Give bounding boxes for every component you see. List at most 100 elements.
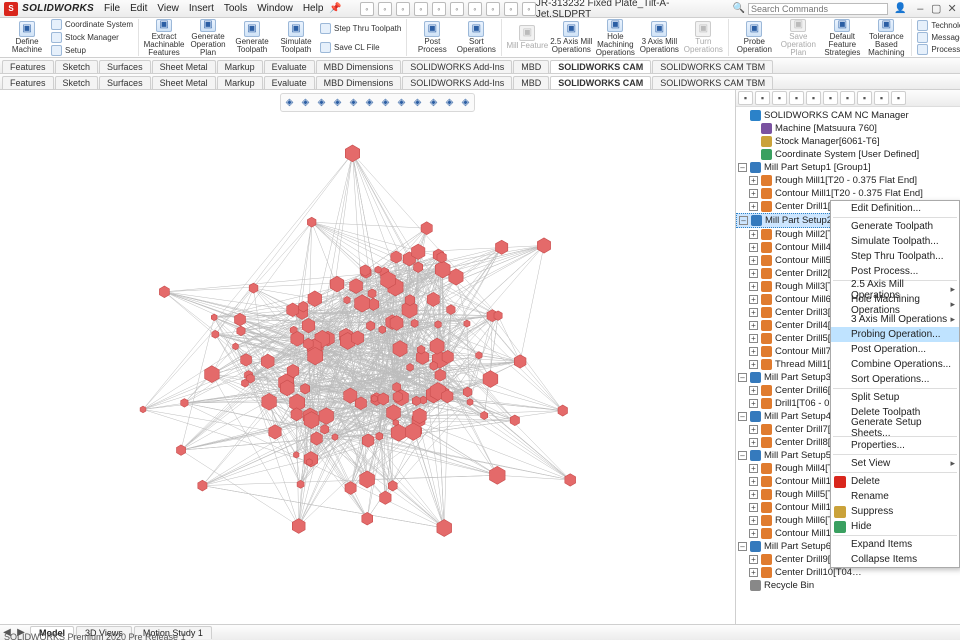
tab-mbd-dimensions[interactable]: MBD Dimensions bbox=[316, 60, 402, 73]
ribbon-stock-manager[interactable]: Stock Manager bbox=[51, 32, 133, 43]
rebuild-icon[interactable]: ◦ bbox=[486, 2, 500, 16]
tab-mbd[interactable]: MBD bbox=[513, 60, 549, 73]
expand-icon[interactable]: + bbox=[749, 568, 758, 577]
ctx-rename[interactable]: Rename bbox=[831, 489, 959, 504]
expand-icon[interactable]: + bbox=[749, 176, 758, 185]
tab-sheet-metal[interactable]: Sheet Metal bbox=[152, 76, 216, 89]
menu-pin-icon[interactable]: 📌 bbox=[329, 3, 341, 14]
collapse-icon[interactable]: – bbox=[738, 412, 747, 421]
ribbon-process-manager[interactable]: Process Manager bbox=[917, 44, 960, 55]
menu-edit[interactable]: Edit bbox=[130, 3, 147, 14]
expand-icon[interactable]: + bbox=[749, 464, 758, 473]
tab-markup[interactable]: Markup bbox=[217, 76, 263, 89]
expand-icon[interactable]: + bbox=[749, 189, 758, 198]
tab-surfaces[interactable]: Surfaces bbox=[99, 60, 151, 73]
menu-view[interactable]: View bbox=[157, 3, 179, 14]
ctx-probing-operation-[interactable]: Probing Operation... bbox=[831, 327, 959, 342]
ctx-post-process-[interactable]: Post Process... bbox=[831, 264, 959, 279]
ribbon-save-cl-file[interactable]: Save CL File bbox=[320, 42, 401, 53]
options-icon[interactable]: ◦ bbox=[504, 2, 518, 16]
collapse-icon[interactable]: – bbox=[739, 216, 748, 225]
expand-icon[interactable]: + bbox=[749, 243, 758, 252]
expand-icon[interactable]: + bbox=[749, 295, 758, 304]
expand-icon[interactable]: + bbox=[749, 399, 758, 408]
collapse-icon[interactable]: – bbox=[738, 542, 747, 551]
expand-icon[interactable]: + bbox=[749, 334, 758, 343]
ribbon-default-feature-strategies[interactable]: ▣Default Feature Strategies bbox=[820, 19, 864, 57]
view-orient-icon[interactable]: ◈ bbox=[394, 95, 409, 110]
ctx-suppress[interactable]: Suppress bbox=[831, 504, 959, 519]
user-icon[interactable]: 👤 bbox=[894, 3, 906, 14]
ctx-edit-definition-[interactable]: Edit Definition... bbox=[831, 201, 959, 216]
ctx-3-axis-mill-operations[interactable]: 3 Axis Mill Operations bbox=[831, 312, 959, 327]
tree-node[interactable]: Machine [Matsuura 760] bbox=[736, 122, 960, 135]
ribbon-simulate-toolpath[interactable]: ▣Simulate Toolpath bbox=[274, 19, 318, 57]
tab-sketch[interactable]: Sketch bbox=[55, 60, 99, 73]
prev-view-icon[interactable]: ◈ bbox=[314, 95, 329, 110]
tab-mbd[interactable]: MBD bbox=[513, 76, 549, 89]
expand-icon[interactable]: + bbox=[749, 308, 758, 317]
ctx-expand-items[interactable]: Expand Items bbox=[831, 537, 959, 552]
ctx-hide[interactable]: Hide bbox=[831, 519, 959, 534]
perspective-icon[interactable]: ◈ bbox=[458, 95, 473, 110]
camera-icon[interactable]: ◈ bbox=[410, 95, 425, 110]
menu-insert[interactable]: Insert bbox=[189, 3, 214, 14]
tab-sheet-metal[interactable]: Sheet Metal bbox=[152, 60, 216, 73]
tab-features[interactable]: Features bbox=[2, 60, 54, 73]
expand-icon[interactable]: + bbox=[749, 386, 758, 395]
ctx-properties-[interactable]: Properties... bbox=[831, 438, 959, 453]
tab-solidworks-cam-tbm[interactable]: SOLIDWORKS CAM TBM bbox=[652, 60, 773, 73]
tree-node[interactable]: Stock Manager[6061-T6] bbox=[736, 135, 960, 148]
expand-icon[interactable]: + bbox=[749, 360, 758, 369]
search-input[interactable] bbox=[748, 3, 888, 15]
open-icon[interactable]: ◦ bbox=[378, 2, 392, 16]
config-icon[interactable]: ▪ bbox=[772, 91, 787, 105]
tree-node[interactable]: +Rough Mill1[T20 - 0.375 Flat End] bbox=[736, 174, 960, 187]
ctx-generate-setup-sheets-[interactable]: Generate Setup Sheets... bbox=[831, 420, 959, 435]
redo-icon[interactable]: ◦ bbox=[450, 2, 464, 16]
display-icon[interactable]: ▪ bbox=[806, 91, 821, 105]
display-style-icon[interactable]: ◈ bbox=[346, 95, 361, 110]
ctx-sort-operations-[interactable]: Sort Operations... bbox=[831, 372, 959, 387]
ribbon-generate-operation-plan[interactable]: ▣Generate Operation Plan bbox=[186, 19, 230, 57]
graphics-viewport[interactable] bbox=[0, 90, 735, 624]
tab-solidworks-cam[interactable]: SOLIDWORKS CAM bbox=[550, 76, 651, 89]
render-icon[interactable]: ◈ bbox=[426, 95, 441, 110]
print-icon[interactable]: ◦ bbox=[414, 2, 428, 16]
apply-scene-icon[interactable]: ◈ bbox=[378, 95, 393, 110]
new-icon[interactable]: ◦ bbox=[360, 2, 374, 16]
ribbon-define-machine[interactable]: ▣Define Machine bbox=[5, 19, 49, 57]
ctx-hole-machining-operations[interactable]: Hole Machining Operations bbox=[831, 297, 959, 312]
ctx-step-thru-toolpath-[interactable]: Step Thru Toolpath... bbox=[831, 249, 959, 264]
ribbon-coordinate-system[interactable]: Coordinate System bbox=[51, 19, 133, 30]
zoom-fit-icon[interactable]: ◈ bbox=[282, 95, 297, 110]
ctx-combine-operations-[interactable]: Combine Operations... bbox=[831, 357, 959, 372]
ribbon-post-process[interactable]: ▣Post Process bbox=[410, 19, 454, 57]
ctx-delete[interactable]: Delete bbox=[831, 474, 959, 489]
expand-icon[interactable]: + bbox=[749, 555, 758, 564]
minimize-button[interactable]: – bbox=[912, 3, 928, 15]
ctx-simulate-toolpath-[interactable]: Simulate Toolpath... bbox=[831, 234, 959, 249]
ribbon-hole-machining-operations[interactable]: ▣Hole Machining Operations bbox=[593, 19, 637, 57]
menu-tools[interactable]: Tools bbox=[224, 3, 247, 14]
expand-icon[interactable]: + bbox=[749, 202, 758, 211]
tree-node[interactable]: SOLIDWORKS CAM NC Manager bbox=[736, 109, 960, 122]
shadow-icon[interactable]: ◈ bbox=[442, 95, 457, 110]
ribbon-step-thru-toolpath[interactable]: Step Thru Toolpath bbox=[320, 23, 401, 34]
ribbon-message-window[interactable]: Message Window bbox=[917, 32, 960, 43]
collapse-icon[interactable]: – bbox=[738, 163, 747, 172]
tree-node[interactable]: –Mill Part Setup1 [Group1] bbox=[736, 161, 960, 174]
ctx-split-setup[interactable]: Split Setup bbox=[831, 390, 959, 405]
expand-icon[interactable]: + bbox=[749, 529, 758, 538]
tab-surfaces[interactable]: Surfaces bbox=[99, 76, 151, 89]
tab-mbd-dimensions[interactable]: MBD Dimensions bbox=[316, 76, 402, 89]
collapse-icon[interactable]: ▪ bbox=[891, 91, 906, 105]
tab-features[interactable]: Features bbox=[2, 76, 54, 89]
expand-icon[interactable]: + bbox=[749, 425, 758, 434]
tab-markup[interactable]: Markup bbox=[217, 60, 263, 73]
expand-icon[interactable]: + bbox=[749, 321, 758, 330]
dimxpert-icon[interactable]: ▪ bbox=[789, 91, 804, 105]
ribbon-sort-operations[interactable]: ▣Sort Operations bbox=[454, 19, 498, 57]
expand-icon[interactable]: + bbox=[749, 516, 758, 525]
ctx-set-view[interactable]: Set View bbox=[831, 456, 959, 471]
